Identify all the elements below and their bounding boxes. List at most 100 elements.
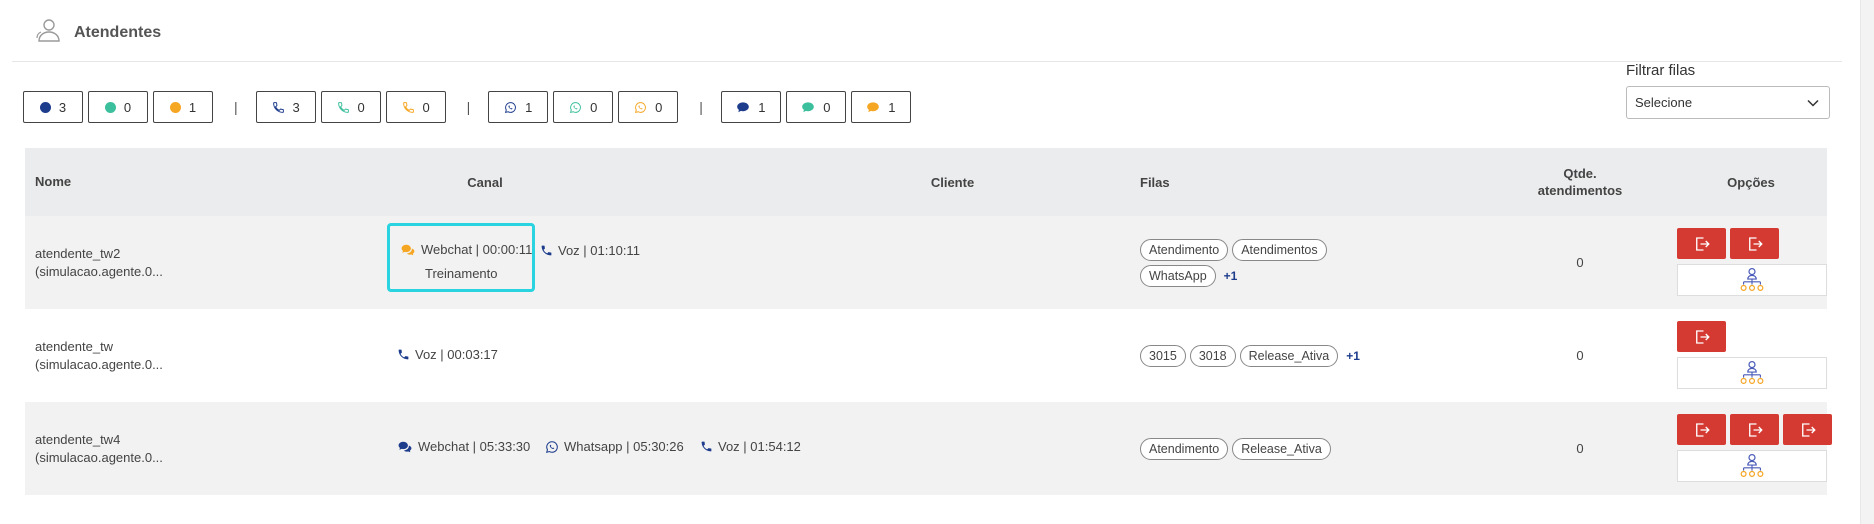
options-cell bbox=[1675, 309, 1827, 402]
channel-voz[interactable]: Voz | 01:54:12 bbox=[700, 439, 801, 454]
logout-icon bbox=[1693, 235, 1711, 253]
channels-cell: Webchat | 05:33:30 Whatsapp | 05:30:26 V… bbox=[205, 402, 801, 495]
hierarchy-button[interactable] bbox=[1677, 357, 1827, 389]
table-row: atendente_tw (simulacao.agente.0... Voz … bbox=[25, 309, 1827, 402]
queue-tag: Release_Ativa bbox=[1239, 344, 1339, 367]
counter-separator: | bbox=[699, 99, 703, 115]
table-row: atendente_tw2 (simulacao.agente.0... Web… bbox=[25, 216, 1827, 309]
col-filas: Filas bbox=[1140, 174, 1170, 190]
whatsapp-icon bbox=[504, 101, 517, 114]
options-cell bbox=[1675, 216, 1827, 309]
chat-icon bbox=[801, 100, 815, 114]
header-divider bbox=[12, 61, 1842, 62]
green-dot-icon bbox=[104, 101, 116, 113]
logout-button[interactable] bbox=[1783, 414, 1832, 445]
blue-dot-icon bbox=[39, 101, 51, 113]
queue-filter: Filtrar filas Selecione bbox=[1626, 62, 1830, 119]
counter-separator: | bbox=[466, 99, 471, 115]
chat-icon bbox=[866, 100, 880, 114]
counter-whatsapp-green[interactable]: 0 bbox=[553, 91, 614, 123]
col-opcoes: Opções bbox=[1727, 174, 1775, 190]
logout-button[interactable] bbox=[1677, 414, 1726, 445]
queues-cell: 3015 3018 Release_Ativa +1 bbox=[1140, 344, 1485, 367]
counter-status-green[interactable]: 0 bbox=[88, 91, 148, 123]
counters-bar: 3 0 1 | 3 0 0 | 1 0 0 | 1 0 1 bbox=[23, 91, 916, 123]
counter-whatsapp-blue[interactable]: 1 bbox=[488, 91, 549, 123]
counter-webchat-green[interactable]: 0 bbox=[785, 91, 846, 123]
queues-cell: Atendimento Atendimentos WhatsApp +1 bbox=[1140, 238, 1485, 287]
logout-button[interactable] bbox=[1677, 321, 1726, 352]
whatsapp-icon bbox=[545, 440, 559, 454]
whatsapp-icon bbox=[569, 101, 582, 114]
counter-voz-orange[interactable]: 0 bbox=[385, 91, 446, 123]
queue-tag: 3015 bbox=[1140, 344, 1186, 367]
attendant-name: atendente_tw (simulacao.agente.0... bbox=[35, 338, 163, 372]
counter-status-orange[interactable]: 1 bbox=[153, 91, 213, 123]
qtde-cell: 0 bbox=[1576, 441, 1584, 456]
attendant-name: atendente_tw4 (simulacao.agente.0... bbox=[35, 431, 163, 465]
queues-more-link[interactable]: +1 bbox=[1224, 269, 1238, 283]
webchat-icon bbox=[397, 440, 413, 454]
webchat-icon bbox=[400, 243, 416, 257]
queues-more-link[interactable]: +1 bbox=[1346, 349, 1360, 363]
col-nome[interactable]: Nome bbox=[25, 173, 205, 191]
phone-icon bbox=[337, 101, 350, 114]
channel-voz[interactable]: Voz | 00:03:17 bbox=[397, 347, 498, 362]
chat-icon bbox=[736, 100, 750, 114]
col-canal: Canal bbox=[467, 174, 503, 190]
logout-icon bbox=[1693, 421, 1711, 439]
hierarchy-button[interactable] bbox=[1677, 450, 1827, 482]
options-cell bbox=[1675, 402, 1832, 495]
col-cliente: Cliente bbox=[930, 174, 975, 190]
queue-tag: Atendimentos bbox=[1232, 238, 1327, 261]
col-qtde: Qtde. atendimentos bbox=[1537, 166, 1623, 198]
logout-icon bbox=[1799, 421, 1817, 439]
counter-webchat-blue[interactable]: 1 bbox=[720, 91, 781, 123]
counter-separator: | bbox=[234, 99, 238, 115]
logout-button[interactable] bbox=[1730, 228, 1779, 259]
qtde-cell: 0 bbox=[1576, 255, 1584, 270]
queues-cell: Atendimento Release_Ativa bbox=[1140, 437, 1485, 460]
page-title: Atendentes bbox=[74, 23, 162, 41]
queue-filter-label: Filtrar filas bbox=[1626, 62, 1696, 79]
logout-button[interactable] bbox=[1677, 228, 1726, 259]
chevron-down-icon bbox=[1807, 99, 1819, 107]
logout-icon bbox=[1693, 328, 1711, 346]
queue-tag: Atendimento bbox=[1140, 437, 1229, 460]
table-header: Nome Canal Cliente Filas Qtde. atendiment… bbox=[25, 148, 1827, 216]
channel-whatsapp[interactable]: Whatsapp | 05:30:26 bbox=[545, 439, 684, 454]
channels-cell: Voz | 00:03:17 bbox=[205, 309, 765, 402]
users-icon bbox=[36, 18, 62, 47]
table-row: atendente_tw4 (simulacao.agente.0... Web… bbox=[25, 402, 1832, 495]
whatsapp-icon bbox=[634, 101, 647, 114]
counter-webchat-orange[interactable]: 1 bbox=[850, 91, 911, 123]
phone-icon bbox=[540, 244, 553, 257]
queue-tag: Release_Ativa bbox=[1232, 437, 1331, 460]
org-chart-icon bbox=[1738, 452, 1766, 480]
queue-filter-select[interactable]: Selecione bbox=[1626, 86, 1830, 119]
org-chart-icon bbox=[1738, 359, 1766, 387]
qtde-cell: 0 bbox=[1576, 348, 1584, 363]
logout-button[interactable] bbox=[1730, 414, 1779, 445]
phone-icon bbox=[397, 348, 410, 361]
channel-voz[interactable]: Voz | 01:10:11 bbox=[540, 243, 640, 258]
highlighted-channel[interactable]: Webchat | 00:00:11 Treinamento bbox=[387, 223, 535, 292]
org-chart-icon bbox=[1738, 266, 1766, 294]
queue-tag: WhatsApp bbox=[1140, 264, 1216, 287]
hierarchy-button[interactable] bbox=[1677, 264, 1827, 296]
counter-status-blue[interactable]: 3 bbox=[23, 91, 83, 123]
attendants-table: Nome Canal Cliente Filas Qtde. atendiment… bbox=[25, 148, 1832, 495]
queue-filter-value: Selecione bbox=[1635, 95, 1693, 110]
channel-webchat[interactable]: Webchat | 05:33:30 bbox=[397, 439, 530, 454]
channel-queue-label: Treinamento bbox=[425, 266, 498, 281]
counter-voz-blue[interactable]: 3 bbox=[255, 91, 316, 123]
page-header: Atendentes bbox=[36, 18, 161, 47]
phone-icon bbox=[272, 101, 285, 114]
counter-voz-green[interactable]: 0 bbox=[320, 91, 381, 123]
orange-dot-icon bbox=[169, 101, 181, 113]
channels-cell: Webchat | 00:00:11 Treinamento Voz | 01:… bbox=[205, 216, 765, 309]
page-scrollbar[interactable] bbox=[1860, 0, 1874, 524]
queue-tag: Atendimento bbox=[1140, 238, 1229, 261]
counter-whatsapp-orange[interactable]: 0 bbox=[618, 91, 679, 123]
logout-icon bbox=[1746, 421, 1764, 439]
